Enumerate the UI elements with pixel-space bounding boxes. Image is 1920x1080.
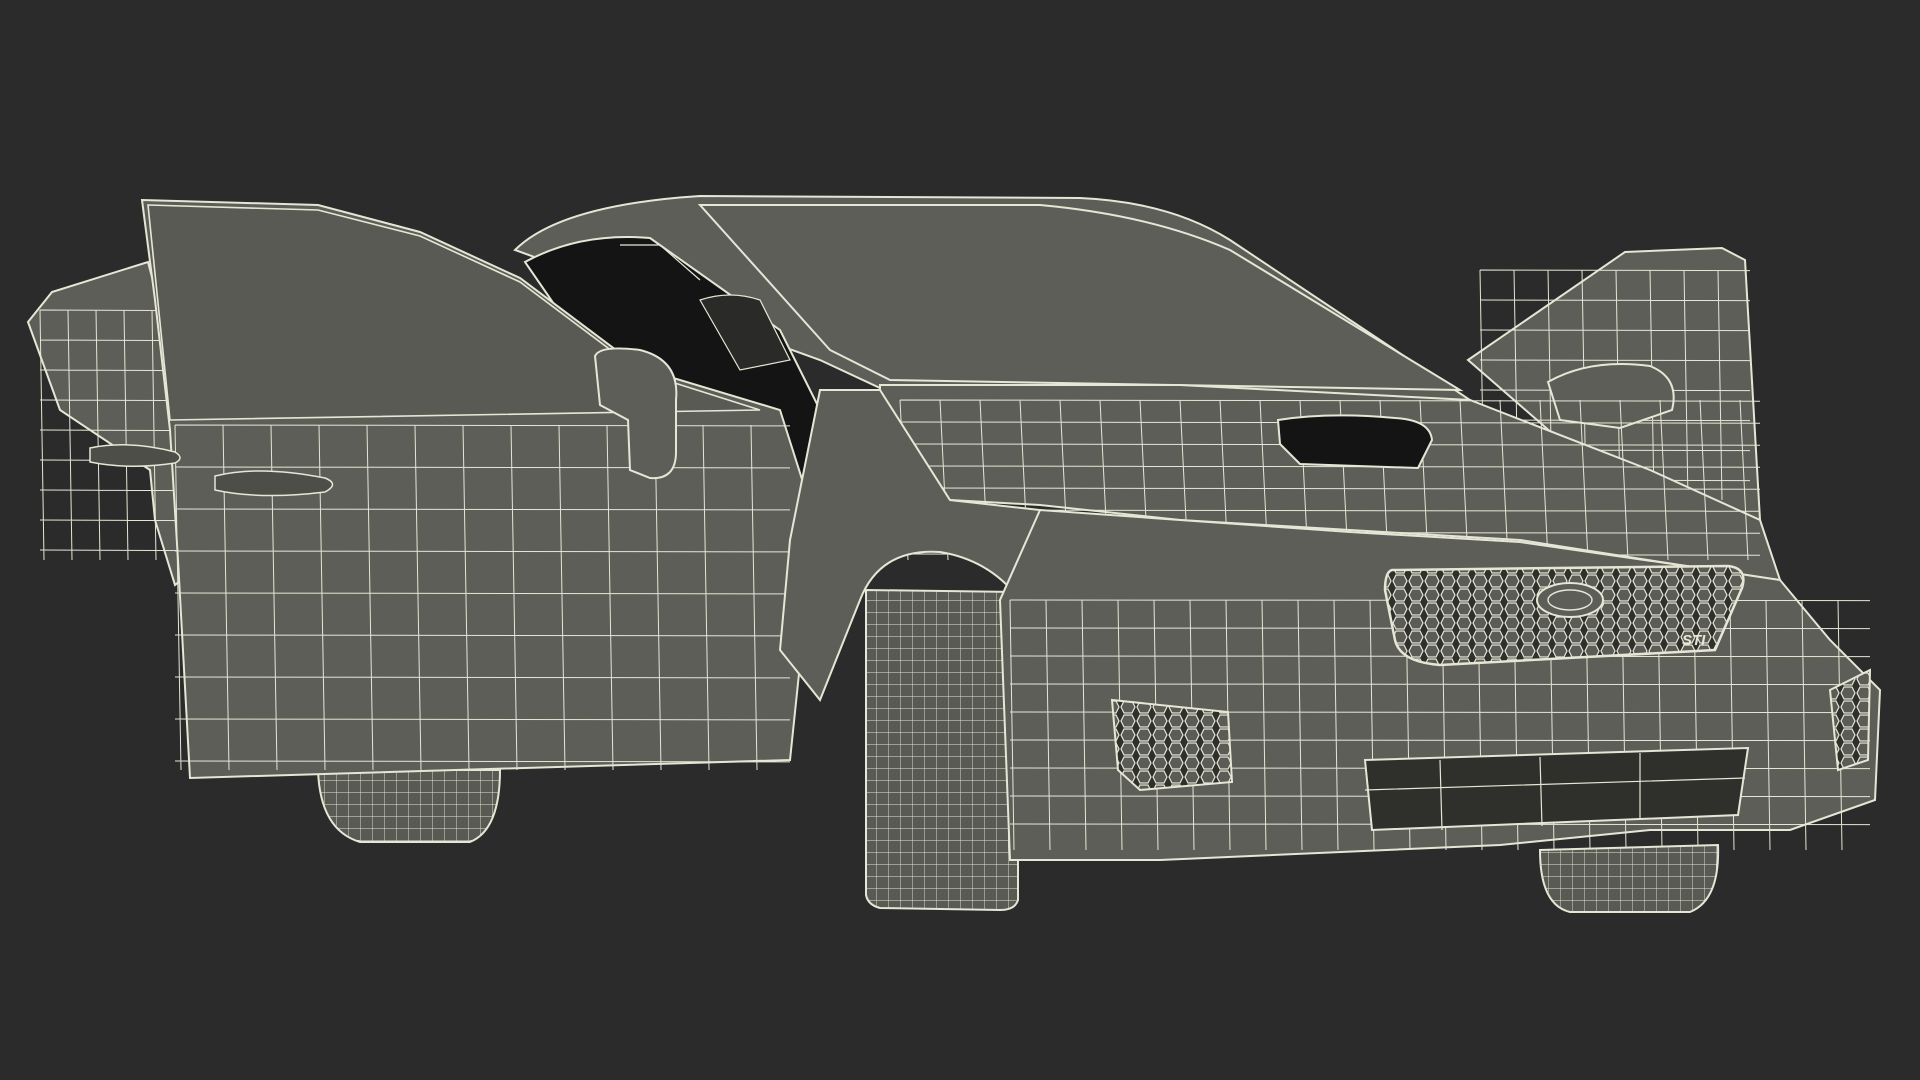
front-wheel-left [865, 588, 1019, 912]
hood-scoop [1276, 414, 1434, 470]
brand-emblem [1536, 582, 1604, 618]
fog-light-grille-left [1110, 698, 1234, 792]
car-wireframe-render: STI [26, 194, 1882, 913]
windshield [697, 204, 1464, 392]
grille-badge: STI [1682, 632, 1706, 649]
render-viewport: STI [0, 0, 1920, 1080]
front-grille[interactable]: STI [1383, 564, 1745, 667]
rear-wheel [316, 769, 502, 843]
lower-air-intake [1363, 746, 1750, 832]
front-wheel-right [1538, 843, 1720, 913]
